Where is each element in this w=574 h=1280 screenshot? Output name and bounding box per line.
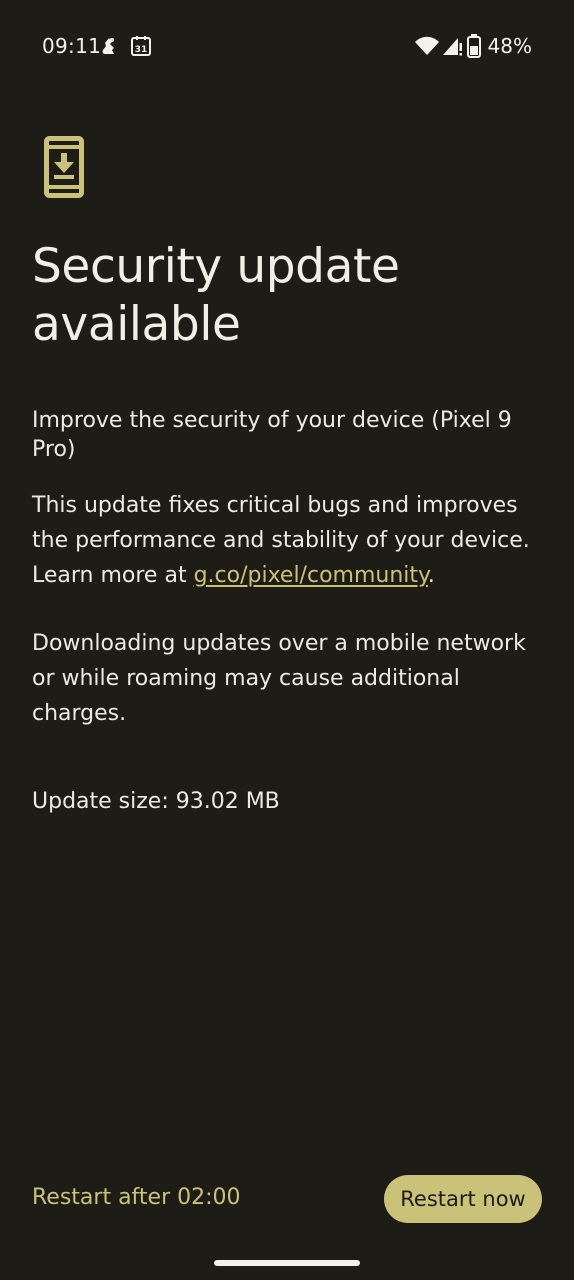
- calendar-day: 31: [135, 45, 148, 55]
- update-size: Update size: 93.02 MB: [32, 789, 280, 814]
- wifi-icon: [415, 36, 439, 55]
- battery-percent: 48%: [487, 34, 532, 58]
- page-title: Security update available: [32, 239, 400, 352]
- system-update-icon: [44, 136, 84, 198]
- update-description: Improve the security of your device (Pix…: [32, 408, 512, 462]
- community-link[interactable]: g.co/pixel/community: [194, 563, 428, 588]
- gesture-nav-handle[interactable]: [214, 1260, 360, 1266]
- restart-later-button[interactable]: Restart after 02:00: [32, 1180, 241, 1216]
- restart-now-button[interactable]: Restart now: [384, 1175, 542, 1223]
- charges-note: Downloading updates over a mobile networ…: [32, 631, 526, 726]
- calendar-icon: 31: [131, 36, 151, 56]
- update-details-end: .: [427, 563, 435, 588]
- update-details: This update fixes critical bugs and impr…: [32, 488, 546, 593]
- cellular-signal-icon: [443, 38, 462, 56]
- notification-icon: [102, 38, 114, 54]
- status-bar: 09:11 31 48%: [0, 0, 574, 92]
- battery-icon: [467, 34, 481, 58]
- status-time: 09:11: [42, 34, 102, 58]
